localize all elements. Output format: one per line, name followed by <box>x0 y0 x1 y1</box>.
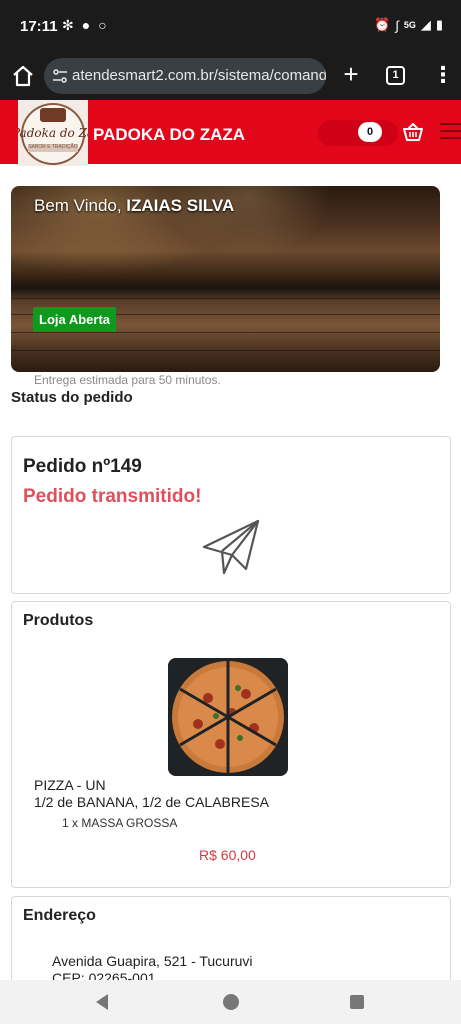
site-settings-icon[interactable] <box>52 68 68 84</box>
cart-count-badge[interactable]: 0 <box>358 122 382 142</box>
store-logo[interactable]: Padoka do Zaza SABOR E TRADIÇÃO <box>18 100 88 166</box>
hamburger-line <box>440 130 461 132</box>
store-status-badge: Loja Aberta <box>33 307 117 332</box>
recent-apps-icon[interactable] <box>350 995 364 1009</box>
address-line: Avenida Guapira, 521 - Tucuruvi <box>52 953 253 969</box>
address-bar[interactable]: atendesmart2.com.br/sistema/comanda <box>44 58 326 94</box>
hamburger-menu-icon[interactable] <box>440 123 461 141</box>
tab-switcher-button[interactable]: 1 <box>386 66 405 85</box>
status-right-icons: ⏰ ∫ 5G ◢ ▮ <box>374 17 443 33</box>
banner-plank-line <box>11 298 440 299</box>
hamburger-line <box>440 137 461 139</box>
app-header: Padoka do Zaza SABOR E TRADIÇÃO PADOKA D… <box>0 100 461 166</box>
order-state: Pedido transmitido! <box>23 486 202 507</box>
logo-cake-graphic <box>40 108 66 122</box>
welcome-prefix: Bem Vindo, <box>34 196 127 215</box>
status-left-icons: ✻ ● ○ <box>62 17 107 34</box>
url-text: atendesmart2.com.br/sistema/comanda <box>72 67 326 84</box>
system-nav-bar <box>0 980 461 1024</box>
back-icon[interactable] <box>96 994 108 1010</box>
home-circle-icon[interactable] <box>223 994 239 1010</box>
banner-plank-line <box>11 350 440 351</box>
location-icon: ● <box>81 17 91 33</box>
delivery-estimate: Entrega estimada para 50 minutos. <box>34 373 221 387</box>
paper-plane-icon <box>202 519 260 575</box>
product-description: 1/2 de BANANA, 1/2 de CALABRESA <box>34 794 270 810</box>
hamburger-line <box>440 123 461 125</box>
basket-icon[interactable] <box>402 123 424 141</box>
order-status-heading: Status do pedido <box>11 389 133 406</box>
circle-icon: ○ <box>98 17 107 33</box>
new-tab-button[interactable]: + <box>340 61 362 87</box>
banner-plank-line <box>11 332 440 333</box>
address-title: Endereço <box>23 907 96 924</box>
alarm-icon: ⏰ <box>374 17 391 32</box>
browser-toolbar: atendesmart2.com.br/sistema/comanda + 1 … <box>0 52 461 100</box>
signal-icon: ◢ <box>420 17 431 32</box>
products-title: Produtos <box>23 612 94 629</box>
product-extra: 1 x MASSA GROSSA <box>62 816 178 830</box>
order-number: Pedido nº149 <box>23 456 142 477</box>
status-bar: 17:11 ✻ ● ○ ⏰ ∫ 5G ◢ ▮ <box>0 0 461 52</box>
product-price: R$ 60,00 <box>199 847 256 863</box>
home-icon[interactable] <box>11 64 35 88</box>
welcome-message: Bem Vindo, IZAIAS SILVA <box>34 196 234 216</box>
pizza-image[interactable] <box>168 658 288 776</box>
status-time: 17:11 <box>20 18 58 35</box>
logo-text: Padoka do Zaza <box>18 126 88 140</box>
store-name: PADOKA DO ZAZA <box>93 125 246 144</box>
pizza-graphic <box>168 658 288 776</box>
products-card: Produtos PIZZA - UN 1/2 de BANANA, 1/2 d… <box>11 601 451 888</box>
browser-menu-icon[interactable]: ⋮ <box>432 64 454 88</box>
logo-subtitle: SABOR E TRADIÇÃO <box>28 144 78 152</box>
signal-5g-icon: 5G <box>403 20 416 30</box>
user-name: IZAIAS SILVA <box>126 196 235 215</box>
product-name: PIZZA - UN <box>34 777 106 793</box>
battery-icon: ▮ <box>435 17 443 32</box>
bluetooth-icon: ∫ <box>395 17 399 33</box>
fan-icon: ✻ <box>62 17 74 33</box>
order-card: Pedido nº149 Pedido transmitido! <box>11 436 451 594</box>
